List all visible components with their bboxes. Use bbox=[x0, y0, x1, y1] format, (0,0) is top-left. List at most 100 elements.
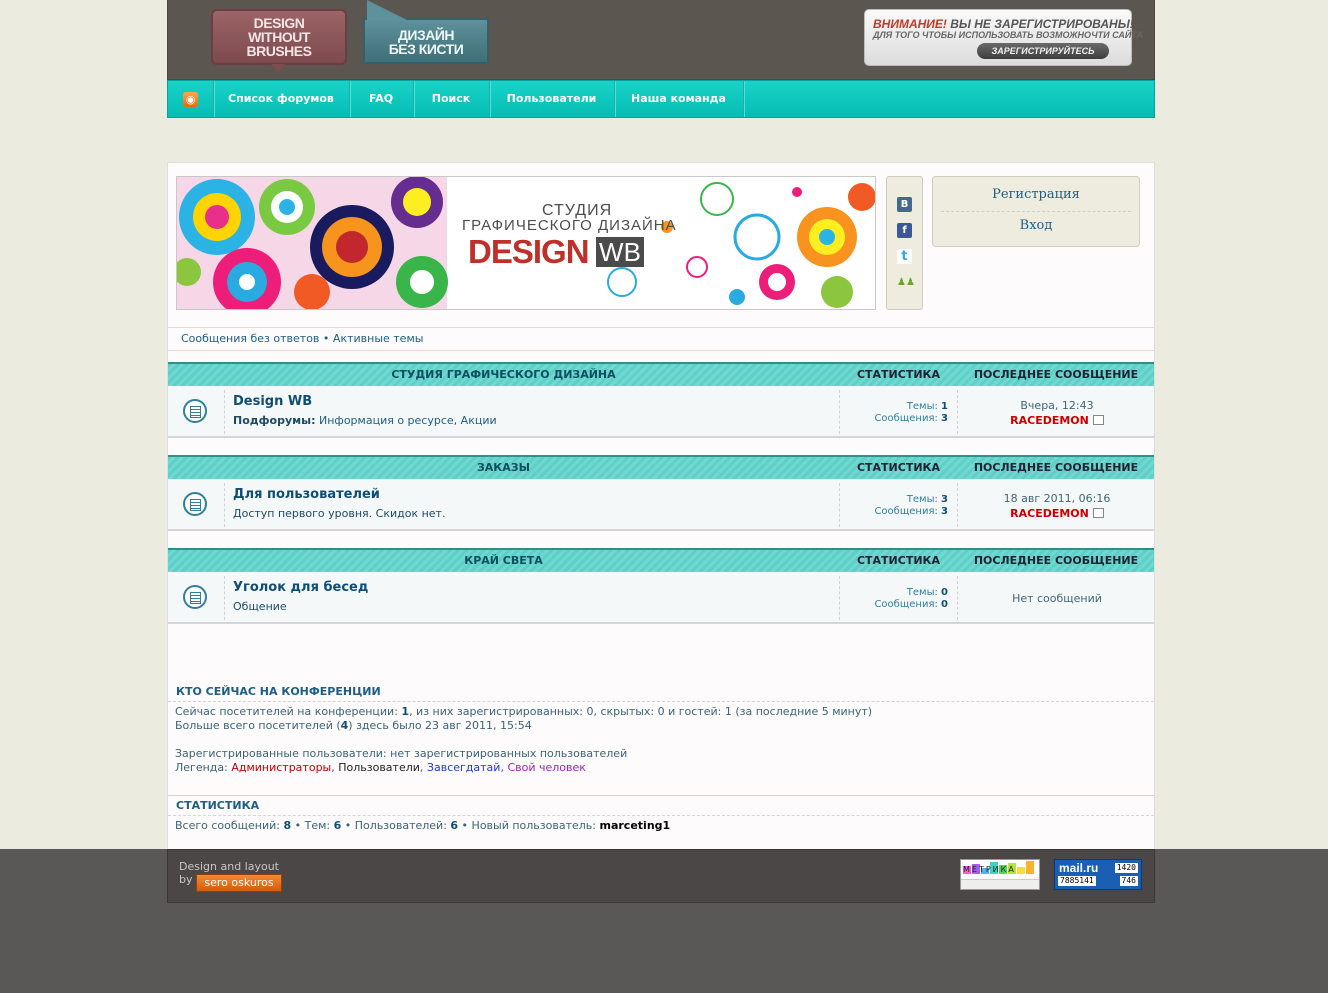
unanswered-posts-link[interactable]: Сообщения без ответов bbox=[181, 332, 319, 345]
nav-users[interactable]: Пользователи bbox=[489, 81, 615, 117]
forum-read-icon bbox=[183, 492, 207, 516]
category-title[interactable]: ЗАКАЗЫ bbox=[168, 457, 839, 479]
last-post-info: Вчера, 12:43 RACEDEMON bbox=[959, 399, 1155, 427]
column-divider bbox=[224, 390, 225, 434]
quick-links-separator: • bbox=[322, 332, 330, 345]
last-post-column-header: ПОСЛЕДНЕЕ СООБЩЕНИЕ bbox=[973, 368, 1139, 381]
last-post-user[interactable]: RACEDEMON bbox=[1010, 414, 1089, 427]
no-posts-text: Нет сообщений bbox=[1012, 592, 1102, 605]
column-divider bbox=[957, 483, 958, 527]
legend-regulars[interactable]: Завсегдатай bbox=[427, 761, 501, 774]
category-header: КРАЙ СВЕТА СТАТИСТИКА ПОСЛЕДНЕЕ СООБЩЕНИ… bbox=[168, 548, 1154, 572]
goto-last-post-icon[interactable] bbox=[1092, 415, 1104, 425]
forum-description: Доступ первого уровня. Скидок нет. bbox=[233, 507, 446, 520]
forum-title-link[interactable]: Design WB bbox=[233, 394, 312, 409]
legend-separator: , bbox=[419, 761, 427, 774]
site-footer: Design and layout by sero oskuros МЕТРИК… bbox=[167, 849, 1155, 903]
metrika-label: МЕТРИКА bbox=[963, 865, 1016, 874]
forum-row: Design WB Подфорумы: Информация о ресурс… bbox=[168, 386, 1154, 438]
category-title[interactable]: СТУДИЯ ГРАФИЧЕСКОГО ДИЗАЙНА bbox=[168, 364, 839, 386]
stat-users-label: • Пользователей: bbox=[341, 819, 451, 832]
stat-users: 6 bbox=[450, 819, 459, 832]
legend-own[interactable]: Свой человек bbox=[507, 761, 585, 774]
record-text-b: ) здесь было 23 авг 2011, 15:54 bbox=[348, 719, 532, 732]
vk-icon[interactable]: В bbox=[897, 197, 912, 212]
author-badge[interactable]: sero oskuros bbox=[196, 874, 282, 892]
posts-count: 3 bbox=[941, 506, 948, 517]
posts-count: 0 bbox=[941, 599, 948, 610]
topics-count: 1 bbox=[941, 401, 948, 412]
yandex-metrika-counter[interactable]: МЕТРИКА bbox=[960, 859, 1040, 890]
online-record-line: Больше всего посетителей (4) здесь было … bbox=[175, 719, 532, 732]
site-header: DESIGN WITHOUT BRUSHES ДИЗАЙН БЕЗ КИСТИ … bbox=[167, 0, 1155, 80]
category-header: СТУДИЯ ГРАФИЧЕСКОГО ДИЗАЙНА СТАТИСТИКА П… bbox=[168, 362, 1154, 386]
warning-title-text: ВЫ НЕ ЗАРЕГИСТРИРОВАНЫ! bbox=[950, 17, 1134, 31]
stats-column-header: СТАТИСТИКА bbox=[856, 461, 941, 474]
section-divider bbox=[168, 815, 1154, 816]
forum-stats: Темы: 1 Сообщения: 3 bbox=[840, 401, 948, 425]
subforum-separator: , bbox=[453, 414, 461, 427]
rss-icon[interactable]: ◉ bbox=[183, 92, 198, 107]
nav-search[interactable]: Поиск bbox=[413, 81, 490, 117]
active-topics-link[interactable]: Активные темы bbox=[333, 332, 424, 345]
subforums: Подфорумы: Информация о ресурсе, Акции bbox=[233, 414, 497, 427]
nav-rss[interactable]: ◉ bbox=[168, 81, 214, 117]
mailru-counter[interactable]: mail.ru 1420 7885141 746 bbox=[1054, 859, 1142, 890]
subforum-link[interactable]: Информация о ресурсе bbox=[319, 414, 454, 427]
friends-icon[interactable]: ♟♟ bbox=[897, 275, 915, 290]
newest-user-link[interactable]: marceting1 bbox=[600, 819, 671, 832]
mailru-logo: mail.ru bbox=[1059, 861, 1099, 875]
main-navbar: ◉ Список форумов FAQ Поиск Пользователи … bbox=[167, 80, 1155, 118]
nav-faq[interactable]: FAQ bbox=[349, 81, 414, 117]
forum-read-icon bbox=[183, 399, 207, 423]
online-text-a: Сейчас посетителей на конференции: bbox=[175, 705, 402, 718]
nav-forum-list[interactable]: Список форумов bbox=[213, 81, 350, 117]
stat-posts-label: Всего сообщений: bbox=[175, 819, 284, 832]
last-post-column-header: ПОСЛЕДНЕЕ СООБЩЕНИЕ bbox=[973, 461, 1139, 474]
mailru-count-1: 1420 bbox=[1114, 863, 1138, 873]
posts-label: Сообщения: bbox=[874, 413, 938, 424]
forum-row: Для пользователей Доступ первого уровня.… bbox=[168, 479, 1154, 531]
banner-design-word: DESIGN bbox=[468, 233, 590, 270]
forum-stats: Темы: 3 Сообщения: 3 bbox=[840, 494, 948, 518]
legend-admins[interactable]: Администраторы bbox=[231, 761, 331, 774]
facebook-icon[interactable]: f bbox=[897, 223, 912, 238]
register-link[interactable]: Регистрация bbox=[933, 187, 1139, 202]
login-link[interactable]: Вход bbox=[933, 218, 1139, 233]
mailru-count-3: 746 bbox=[1119, 876, 1138, 886]
category-title[interactable]: КРАЙ СВЕТА bbox=[168, 550, 839, 572]
register-now-button[interactable]: ЗАРЕГИСТРИРУЙТЕСЬ bbox=[977, 43, 1109, 59]
column-divider bbox=[957, 576, 958, 620]
last-post-info: 18 авг 2011, 06:16 RACEDEMON bbox=[959, 492, 1155, 520]
goto-last-post-icon[interactable] bbox=[1092, 508, 1104, 518]
twitter-icon[interactable]: t bbox=[897, 249, 912, 264]
subforums-label: Подфорумы: bbox=[233, 414, 316, 427]
last-post-info: Нет сообщений bbox=[959, 592, 1155, 605]
auth-divider bbox=[941, 211, 1131, 212]
nav-team[interactable]: Наша команда bbox=[614, 81, 744, 117]
logo-russian[interactable]: ДИЗАЙН БЕЗ КИСТИ bbox=[363, 0, 489, 64]
column-divider bbox=[957, 390, 958, 434]
category-header: ЗАКАЗЫ СТАТИСТИКА ПОСЛЕДНЕЕ СООБЩЕНИЕ bbox=[168, 455, 1154, 479]
posts-label: Сообщения: bbox=[874, 506, 938, 517]
forum-title-link[interactable]: Для пользователей bbox=[233, 487, 380, 502]
section-divider bbox=[168, 701, 1154, 702]
forum-title-link[interactable]: Уголок для бесед bbox=[233, 580, 368, 595]
posts-count: 3 bbox=[941, 413, 948, 424]
legend-users: Пользователи bbox=[338, 761, 420, 774]
topics-count: 0 bbox=[941, 587, 948, 598]
last-post-user[interactable]: RACEDEMON bbox=[1010, 507, 1089, 520]
topics-label: Темы: bbox=[906, 401, 938, 412]
footer-line1: Design and layout bbox=[179, 860, 279, 873]
metrika-footer-strip bbox=[961, 879, 1039, 889]
online-section-title: КТО СЕЙЧАС НА КОНФЕРЕНЦИИ bbox=[176, 685, 381, 698]
stat-posts: 8 bbox=[283, 819, 292, 832]
banner-wb-mark: WB bbox=[596, 237, 644, 267]
stats-column-header: СТАТИСТИКА bbox=[856, 554, 941, 567]
subforum-link[interactable]: Акции bbox=[461, 414, 497, 427]
legend-label: Легенда: bbox=[175, 761, 232, 774]
forum-read-icon bbox=[183, 585, 207, 609]
topics-count: 3 bbox=[941, 494, 948, 505]
posts-label: Сообщения: bbox=[874, 599, 938, 610]
logo-english[interactable]: DESIGN WITHOUT BRUSHES bbox=[211, 9, 347, 73]
